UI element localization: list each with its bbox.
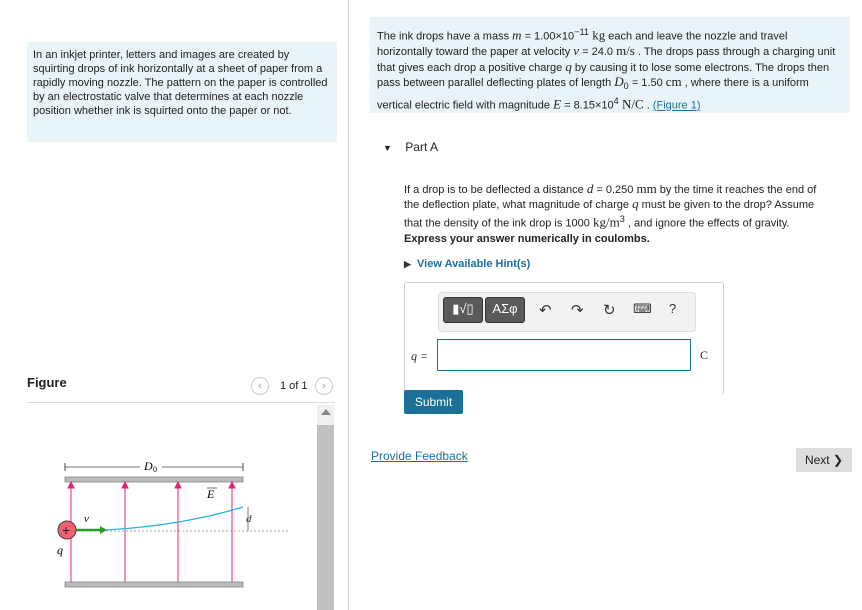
caret-down-icon: ▼: [383, 143, 392, 153]
field-arrowhead: [174, 480, 182, 489]
field-arrowhead: [228, 480, 236, 489]
top-plate: [64, 476, 244, 483]
bottom-plate: [64, 581, 244, 588]
answer-input[interactable]: [437, 339, 691, 371]
figure-diagram: D 0 E v d + q: [57, 459, 288, 588]
field-arrowhead: [121, 480, 129, 489]
intro-text: In an inkjet printer, letters and images…: [27, 42, 337, 142]
greek-symbols-button[interactable]: ΑΣφ: [485, 297, 525, 323]
answer-variable-label: q =: [411, 349, 429, 363]
view-hints-label: View Available Hint(s): [417, 258, 531, 270]
figure-divider: [27, 402, 335, 403]
template-button[interactable]: ▮√▯: [443, 297, 483, 323]
view-hints-link[interactable]: ▶ View Available Hint(s): [404, 258, 530, 270]
part-a-label: Part A: [405, 140, 438, 154]
panel-divider: [348, 0, 349, 610]
velocity-arrowhead: [100, 526, 107, 534]
answer-unit: C: [700, 348, 709, 362]
provide-feedback-link[interactable]: Provide Feedback: [371, 449, 468, 463]
part-a-toggle[interactable]: ▼ Part A: [383, 140, 438, 154]
figure-pager: 1 of 1: [280, 380, 308, 392]
label-D-sub: 0: [153, 465, 157, 474]
undo-icon[interactable]: ↶: [539, 301, 552, 319]
submit-button[interactable]: Submit: [404, 390, 463, 414]
help-icon[interactable]: ?: [669, 301, 676, 316]
next-button[interactable]: Next ❯: [796, 448, 852, 472]
keyboard-icon[interactable]: ⌨: [633, 301, 652, 317]
field-arrowhead: [67, 480, 75, 489]
figure-link[interactable]: (Figure 1): [653, 100, 701, 112]
caret-right-icon: ▶: [404, 259, 411, 269]
label-q: q: [57, 543, 63, 557]
trajectory: [104, 506, 244, 531]
problem-statement: The ink drops have a mass m = 1.00×10−11…: [370, 17, 850, 113]
label-D: D: [143, 459, 153, 473]
figure-title: Figure: [27, 375, 67, 390]
math-toolbar: ▮√▯ ΑΣφ ↶ ↷ ↻ ⌨ ?: [438, 292, 696, 332]
question-text: If a drop is to be deflected a distance …: [404, 181, 817, 230]
reset-icon[interactable]: ↻: [603, 301, 616, 319]
redo-icon[interactable]: ↷: [571, 301, 584, 319]
label-E: E: [206, 487, 215, 501]
answer-instructions: Express your answer numerically in coulo…: [404, 233, 650, 245]
prev-figure-button[interactable]: ‹: [251, 377, 269, 395]
scrollbar-thumb[interactable]: [317, 425, 334, 610]
figure-scrollbar[interactable]: [317, 405, 334, 610]
next-figure-button[interactable]: ›: [315, 377, 333, 395]
label-v: v: [84, 513, 89, 525]
label-d: d: [246, 513, 252, 525]
scroll-up-icon[interactable]: [321, 409, 331, 415]
plus-sign: +: [62, 522, 70, 538]
